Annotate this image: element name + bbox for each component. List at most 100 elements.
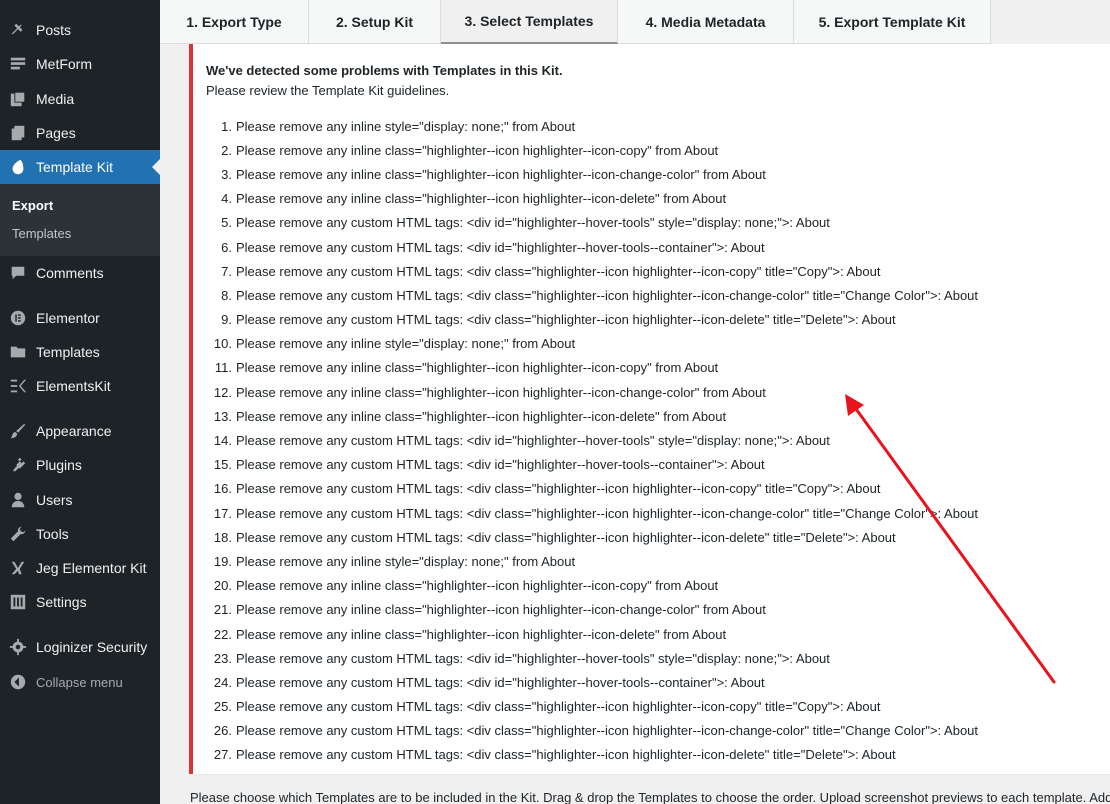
settings-icon [0,585,36,619]
problem-text: Please remove any inline style="display:… [236,336,576,352]
pushpin-icon [0,13,36,47]
problem-number: 24. [213,674,232,690]
sidebar-item-label: ElementsKit [36,378,111,394]
sidebar-item-label: Elementor [36,310,100,326]
problem-item: 6. Please remove any custom HTML tags: <d… [206,235,1106,259]
form-icon [0,47,36,81]
collapse-menu-button[interactable]: Collapse menu [0,665,160,699]
submenu-item-templates[interactable]: Templates [12,226,71,241]
tab-media-metadata[interactable]: 4. Media Metadata [618,0,794,44]
problem-text: Please remove any inline class="highligh… [236,166,766,182]
problem-number: 23. [213,650,232,666]
problem-item: 9. Please remove any custom HTML tags: <d… [206,308,1106,332]
problem-number: 19. [213,553,232,569]
sidebar-item-users[interactable]: Users [0,483,160,517]
problem-number: 9. [221,312,232,328]
problem-item: 5. Please remove any custom HTML tags: <d… [206,211,1106,235]
problem-text: Please remove any custom HTML tags: <div… [236,312,896,328]
problem-text: Please remove any inline class="highligh… [236,578,719,594]
sidebar-item-jeg-elementor-kit[interactable]: Jeg Elementor Kit [0,551,160,585]
problem-text: Please remove any inline class="highligh… [236,626,727,642]
sidebar-item-pages[interactable]: Pages [0,116,160,150]
problem-number: 2. [221,142,232,158]
problem-number: 11. [214,360,232,376]
select-templates-instructions: Please choose which Templates are to be … [190,790,1110,804]
problem-item: 13. Please remove any inline class="highl… [206,404,1106,428]
plugin-icon [0,448,36,482]
problem-number: 7. [221,263,232,279]
sidebar-item-metform[interactable]: MetForm [0,47,160,81]
problem-text: Please remove any custom HTML tags: <div… [236,505,979,521]
media-icon [0,82,36,116]
problem-item: 4. Please remove any inline class="highli… [206,187,1106,211]
problem-number: 5. [221,215,232,231]
problem-item: 24. Please remove any custom HTML tags: <… [206,670,1106,694]
sidebar-item-label: Template Kit [36,159,114,175]
problem-text: Please remove any custom HTML tags: <div… [236,215,830,231]
sidebar-item-elementor[interactable]: Elementor [0,301,160,335]
sidebar-item-label: Settings [36,594,87,610]
problem-item: 16. Please remove any custom HTML tags: <… [206,477,1106,501]
problem-text: Please remove any custom HTML tags: <div… [236,529,896,545]
sidebar-item-template-kit[interactable]: Template Kit [0,150,160,184]
jeg-kit-icon [0,551,36,585]
problem-item: 23. Please remove any custom HTML tags: <… [206,646,1106,670]
problem-item: 20. Please remove any inline class="highl… [206,574,1106,598]
problem-text: Please remove any custom HTML tags: <div… [236,699,881,715]
problem-item: 10. Please remove any inline style="displ… [206,332,1106,356]
paintbrush-icon [0,414,36,448]
sidebar-item-tools[interactable]: Tools [0,517,160,551]
tab-select-templates[interactable]: 3. Select Templates [441,0,618,44]
sidebar-item-label: Plugins [36,457,82,473]
sidebar-item-loginizer-security[interactable]: Loginizer Security [0,630,160,664]
problem-text: Please remove any custom HTML tags: <div… [236,457,765,473]
sidebar-item-label: MetForm [36,56,92,72]
sidebar-item-media[interactable]: Media [0,82,160,116]
sidebar-item-elementskit[interactable]: ElementsKit [0,369,160,403]
admin-sidebar: Posts MetForm Media Pages Template Kit E… [0,0,160,804]
problem-number: 3. [221,166,232,182]
submenu-item-export[interactable]: Export [12,198,53,213]
problem-item: 11. Please remove any inline class="highl… [206,356,1106,380]
problem-text: Please remove any custom HTML tags: <div… [236,481,881,497]
sidebar-item-label: Users [36,492,73,508]
problem-number: 4. [221,191,232,207]
sidebar-item-comments[interactable]: Comments [0,256,160,290]
problem-item: 25. Please remove any custom HTML tags: <… [206,695,1106,719]
problem-item: 15. Please remove any custom HTML tags: <… [206,453,1106,477]
sidebar-item-label: Templates [36,344,100,360]
problem-text: Please remove any custom HTML tags: <div… [236,674,765,690]
problem-item: 14. Please remove any custom HTML tags: <… [206,428,1106,452]
sidebar-item-label: Pages [36,125,76,141]
elementskit-icon [0,369,36,403]
problem-number: 27. [213,747,232,763]
problem-text: Please remove any custom HTML tags: <div… [236,723,979,739]
sidebar-item-label: Loginizer Security [36,639,148,655]
sidebar-item-label: Posts [36,22,72,38]
sidebar-item-label: Jeg Elementor Kit [36,560,147,576]
sidebar-item-settings[interactable]: Settings [0,585,160,619]
tab-export-template-kit[interactable]: 5. Export Template Kit [794,0,991,44]
gear-icon [0,630,36,664]
sidebar-item-label: Appearance [36,423,112,439]
problem-item: 2. Please remove any inline class="highli… [206,138,1106,162]
tab-setup-kit[interactable]: 2. Setup Kit [309,0,441,44]
problem-item: 1. Please remove any inline style="displa… [206,114,1106,138]
problem-item: 8. Please remove any custom HTML tags: <d… [206,283,1106,307]
sidebar-item-templates[interactable]: Templates [0,335,160,369]
problem-item: 26. Please remove any custom HTML tags: <… [206,719,1106,743]
sidebar-item-plugins[interactable]: Plugins [0,448,160,482]
problem-text: Please remove any inline class="highligh… [236,360,719,376]
sidebar-item-appearance[interactable]: Appearance [0,414,160,448]
sidebar-item-label: Media [36,91,75,107]
problem-number: 22. [213,626,232,642]
sidebar-item-posts[interactable]: Posts [0,13,160,47]
problem-text: Please remove any custom HTML tags: <div… [236,263,881,279]
template-kit-submenu: Export Templates [0,184,160,256]
collapse-arrow-icon [0,665,36,699]
tab-export-type[interactable]: 1. Export Type [160,0,309,44]
problem-text: Please remove any inline class="highligh… [236,408,727,424]
problem-item: 17. Please remove any custom HTML tags: <… [206,501,1106,525]
problem-number: 26. [213,723,232,739]
problem-text: Please remove any custom HTML tags: <div… [236,433,830,449]
